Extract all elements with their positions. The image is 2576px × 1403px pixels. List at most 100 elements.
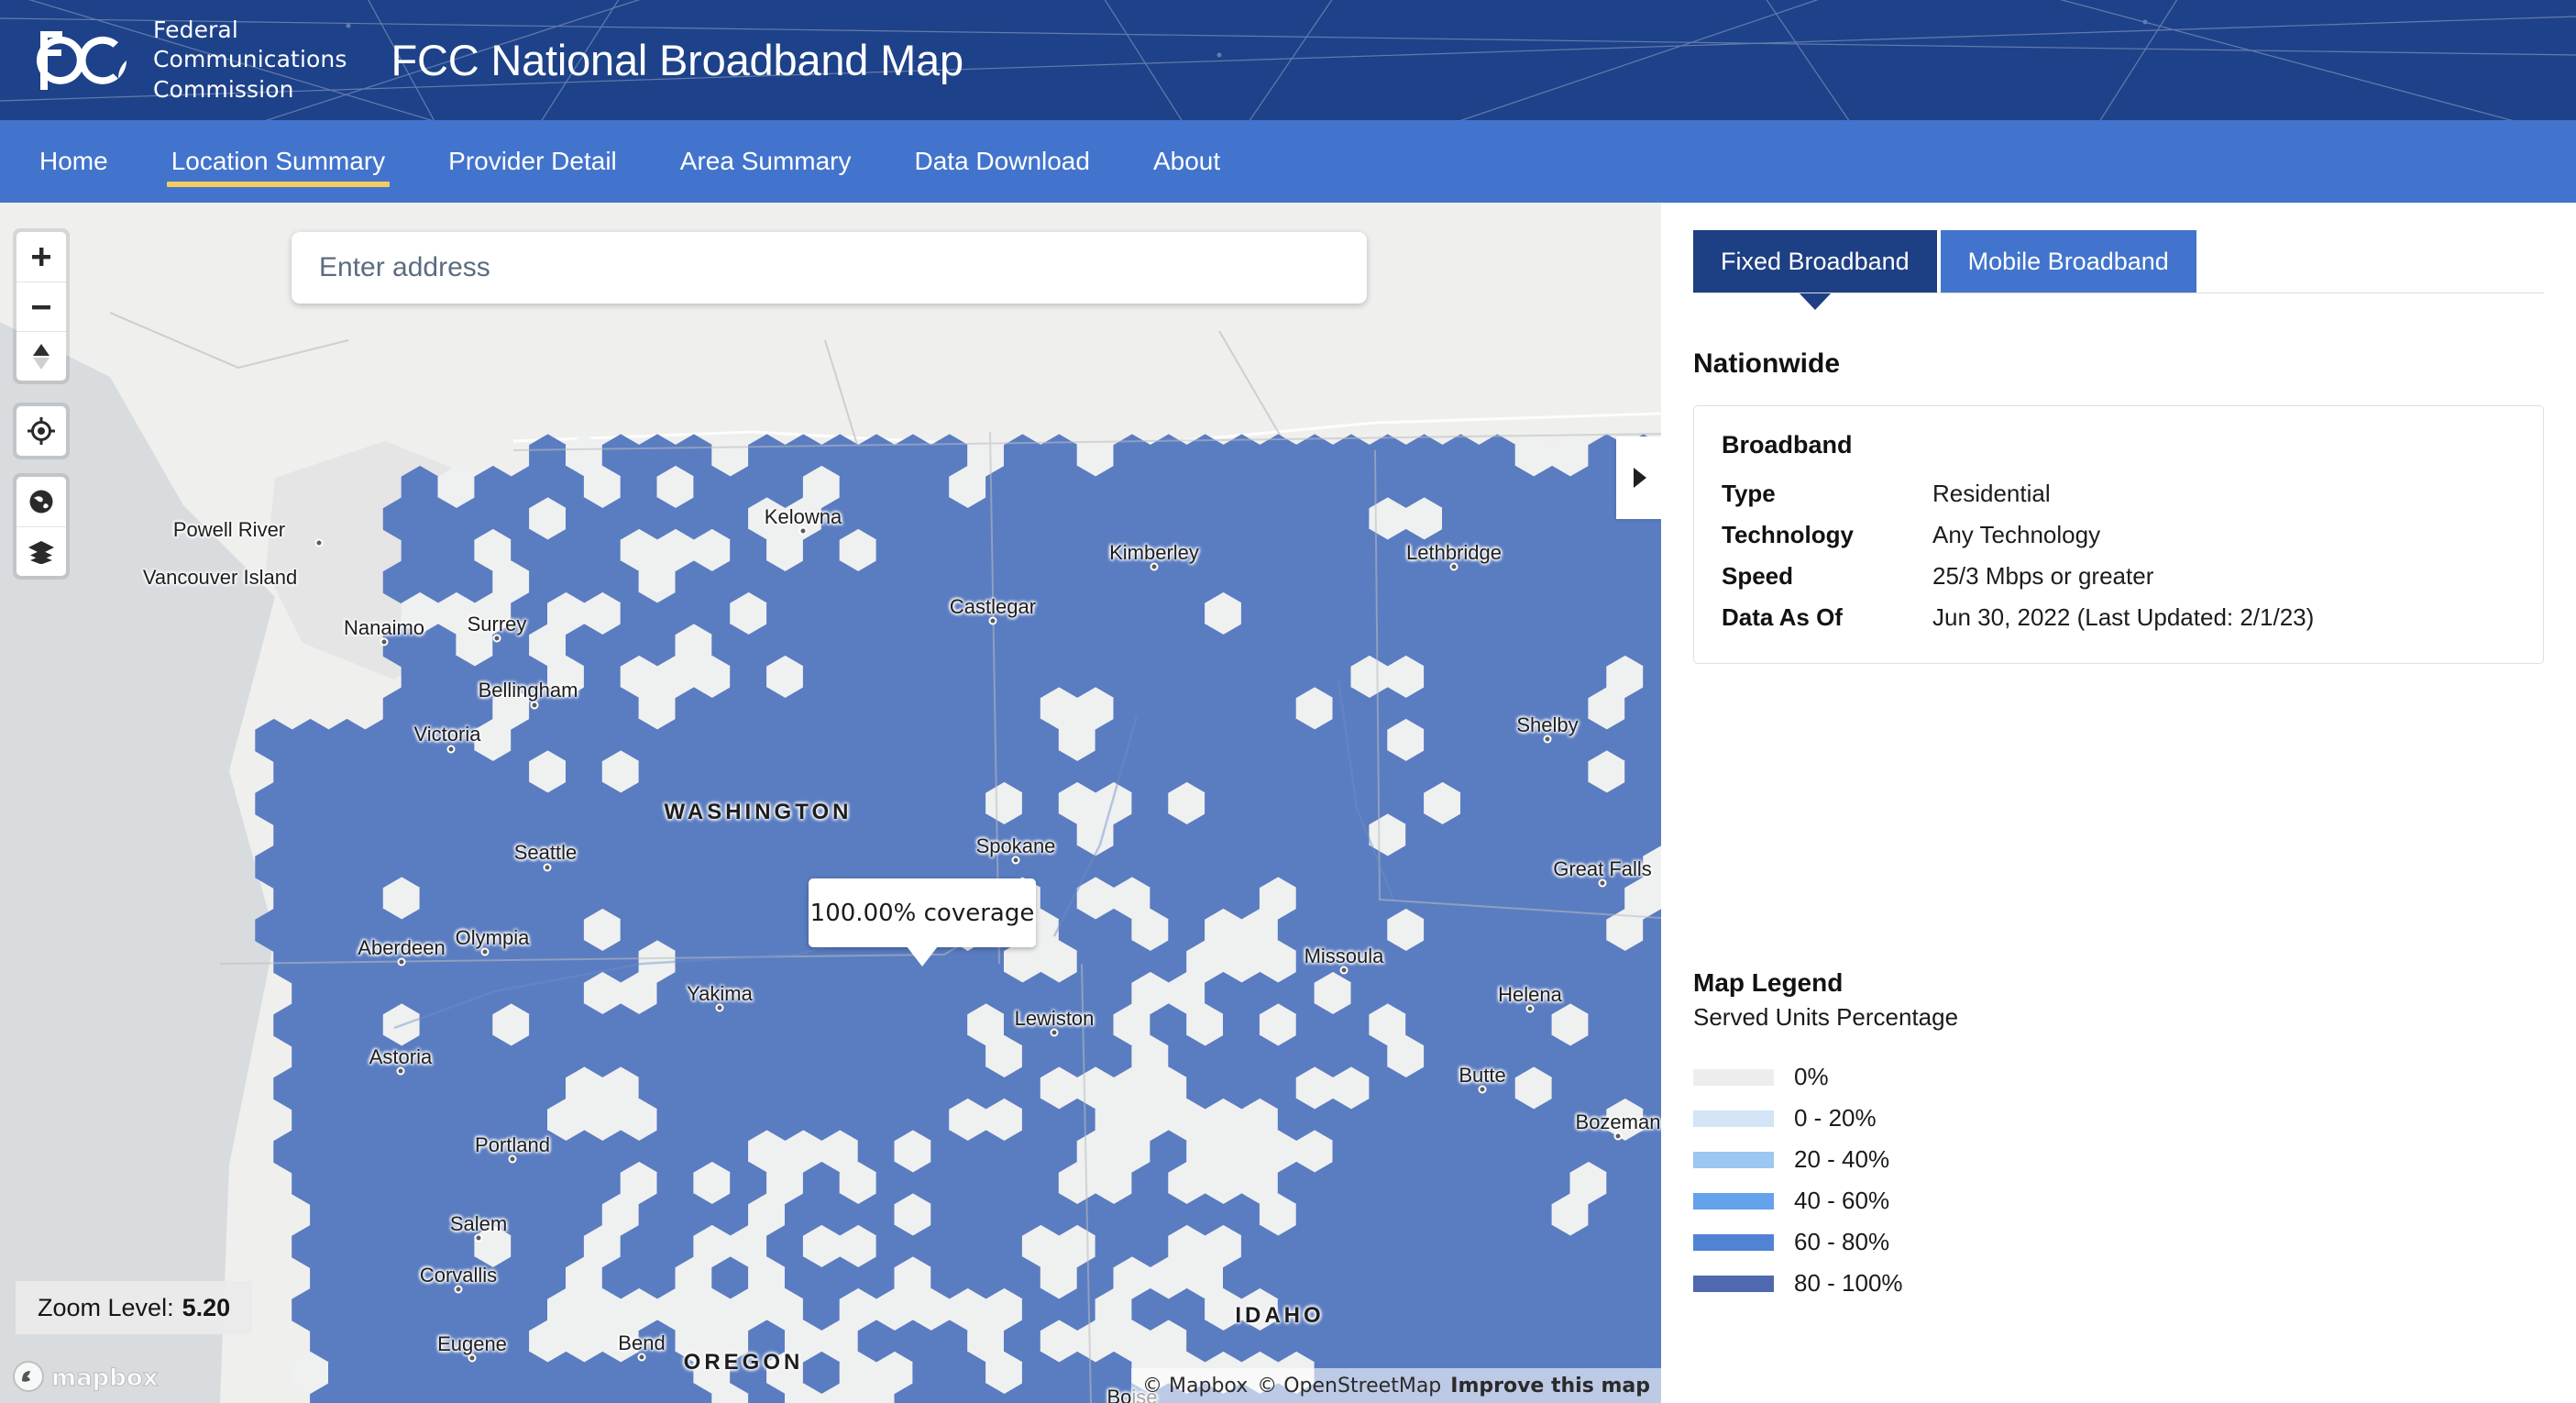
legend-row: 60 - 80% [1693, 1221, 1958, 1263]
legend-entries: 0% 0 - 20% 20 - 40% 40 - 60% 60 - 80% 80 - 10… [1693, 1056, 1958, 1304]
search-input[interactable] [319, 252, 1339, 283]
map-city-dot [715, 1003, 724, 1012]
zoom-controls [13, 228, 70, 384]
geolocate-icon [28, 417, 55, 445]
map-city-dot [474, 1233, 483, 1243]
nav-item-location-summary[interactable]: Location Summary [166, 120, 391, 203]
attribute-row: Type Residential [1722, 480, 2515, 508]
legend-subtitle: Served Units Percentage [1693, 1003, 1959, 1031]
globe-projection-button[interactable] [17, 477, 66, 526]
layer-controls [13, 473, 70, 580]
broadband-summary-card: Broadband Type Residential Technology An… [1693, 405, 2544, 664]
tab-label: Fixed Broadband [1721, 247, 1910, 275]
map-city-dot [1011, 856, 1020, 865]
nav-item-label: Area Summary [679, 147, 852, 175]
agency-name-line3: Commission [153, 75, 294, 103]
map-city-dot [1613, 1132, 1623, 1141]
legend-swatch [1693, 1275, 1774, 1292]
agency-name: Federal Communications Commission [153, 16, 347, 105]
broadband-attributes: Type Residential Technology Any Technolo… [1722, 480, 2515, 632]
geolocate-controls [13, 403, 70, 459]
main-navigation: Home Location Summary Provider Detail Ar… [0, 120, 2576, 203]
map-city-dot [396, 1066, 405, 1076]
map-container[interactable]: Powell River Vancouver Island Nanaimo Surre… [0, 203, 1661, 1403]
map-city-dot [543, 863, 552, 872]
zoom-level-label: Zoom Level: [38, 1293, 174, 1321]
map-city-dot [468, 1353, 477, 1363]
attribute-row: Speed 25/3 Mbps or greater [1722, 562, 2515, 591]
nav-item-label: Location Summary [171, 147, 386, 175]
compass-icon [33, 343, 50, 370]
tab-mobile-broadband[interactable]: Mobile Broadband [1940, 230, 2196, 293]
legend-row: 80 - 100% [1693, 1263, 1958, 1304]
coverage-tooltip: 100.00% coverage [809, 878, 1036, 947]
attribute-key: Type [1722, 480, 1776, 507]
svg-text:mapbox: mapbox [51, 1364, 159, 1392]
panel-toggle-button[interactable] [1616, 436, 1661, 519]
legend-swatch [1693, 1192, 1774, 1210]
legend-label: 20 - 40% [1794, 1145, 1890, 1173]
legend-label: 60 - 80% [1794, 1228, 1890, 1255]
zoom-level-value: 5.20 [182, 1293, 231, 1321]
mapbox-logo[interactable]: mapbox [11, 1357, 204, 1396]
globe-icon [29, 490, 53, 514]
geolocate-button[interactable] [17, 406, 66, 456]
map-city-dot [380, 637, 389, 646]
nav-item-label: Provider Detail [448, 147, 617, 175]
map-city-dot [1150, 562, 1159, 571]
attribute-key: Speed [1722, 562, 1794, 590]
attribution-improve-link[interactable]: Improve this map [1450, 1375, 1650, 1397]
attribution-mapbox[interactable]: © Mapbox [1142, 1375, 1248, 1397]
map-city-dot [1449, 562, 1459, 571]
attribute-row: Technology Any Technology [1722, 521, 2515, 549]
page-title: FCC National Broadband Map [391, 36, 963, 84]
legend-swatch [1693, 1151, 1774, 1168]
card-title: Broadband [1722, 431, 1853, 458]
map-city-dot [446, 745, 456, 754]
nav-item-label: About [1152, 147, 1221, 175]
nav-item-home[interactable]: Home [35, 120, 113, 203]
nav-item-provider-detail[interactable]: Provider Detail [444, 120, 622, 203]
map-legend: Map Legend Served Units Percentage 0% 0 -… [1693, 968, 1958, 1304]
attribute-value: Residential [1932, 480, 2051, 507]
fcc-logo [37, 30, 127, 90]
compass-reset-button[interactable] [17, 331, 66, 381]
nav-item-label: Data Download [914, 147, 1090, 175]
map-city-dot [988, 616, 997, 625]
attribute-key: Technology [1722, 521, 1854, 548]
legend-label: 0 - 20% [1794, 1104, 1877, 1132]
attribute-value: Jun 30, 2022 (Last Updated: 2/1/23) [1932, 603, 2315, 631]
nav-item-about[interactable]: About [1149, 120, 1225, 203]
layers-button[interactable] [17, 526, 66, 576]
legend-swatch [1693, 1068, 1774, 1086]
address-search-box[interactable] [292, 232, 1367, 304]
attribute-value: 25/3 Mbps or greater [1932, 562, 2154, 590]
zoom-level-badge: Zoom Level: 5.20 [16, 1281, 253, 1334]
nav-item-area-summary[interactable]: Area Summary [676, 120, 856, 203]
chevron-right-icon [1633, 468, 1646, 488]
broadband-type-tabs: Fixed Broadband Mobile Broadband [1693, 230, 2576, 293]
map-canvas[interactable] [0, 203, 1661, 1403]
nav-item-data-download[interactable]: Data Download [910, 120, 1095, 203]
zoom-in-button[interactable] [17, 232, 66, 282]
broadband-map-app: Federal Communications Commission FCC Na… [0, 0, 2576, 1403]
legend-row: 0% [1693, 1056, 1958, 1098]
map-city-dot [314, 538, 324, 547]
tab-fixed-broadband[interactable]: Fixed Broadband [1693, 230, 1937, 293]
map-city-dot [480, 947, 490, 956]
zoom-out-button[interactable] [17, 282, 66, 331]
attribution-openstreetmap[interactable]: © OpenStreetMap [1257, 1375, 1441, 1397]
attribute-row: Data As Of Jun 30, 2022 (Last Updated: 2… [1722, 603, 2515, 632]
map-city-dot [1525, 1004, 1535, 1013]
legend-swatch [1693, 1233, 1774, 1251]
site-header: Federal Communications Commission FCC Na… [0, 0, 2576, 120]
legend-swatch [1693, 1110, 1774, 1127]
layers-icon [28, 540, 54, 564]
agency-name-line1: Federal [153, 17, 238, 44]
mapbox-wordmark-icon: mapbox [13, 1361, 159, 1393]
plus-icon [32, 248, 50, 266]
nav-item-label: Home [39, 147, 108, 175]
legend-row: 40 - 60% [1693, 1180, 1958, 1221]
legend-row: 0 - 20% [1693, 1098, 1958, 1139]
minus-icon [32, 304, 50, 309]
